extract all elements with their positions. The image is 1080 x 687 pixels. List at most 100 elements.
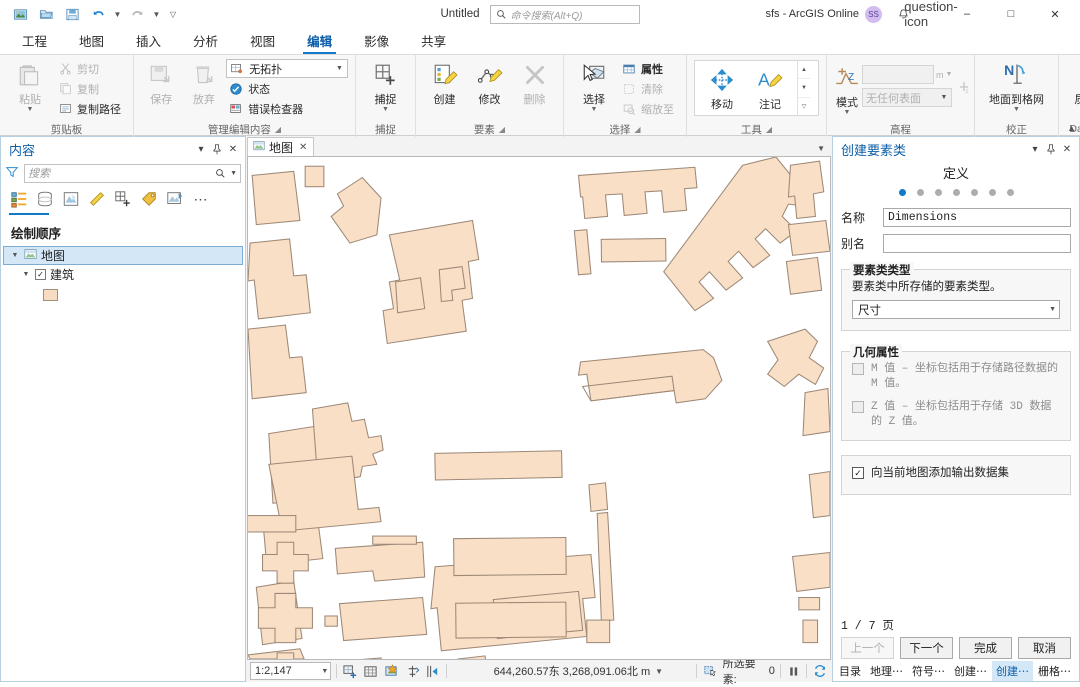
attributes-button[interactable]: 属性 [619,59,679,78]
ribbon-tab-analysis[interactable]: 分析 [177,30,234,54]
ribbon-tab-share[interactable]: 共享 [405,30,462,54]
name-input[interactable]: Dimensions [883,208,1071,227]
save-edits-button[interactable]: 保存 [141,58,182,107]
pause-drawing-icon[interactable] [786,662,802,680]
dialog-launcher-icon[interactable]: ◢ [766,125,772,134]
elevation-mode-button[interactable]: Z 模式 ▼ [834,61,860,116]
tree-item-buildings[interactable]: ▼ ✓ 建筑 [3,265,243,284]
chevron-down-icon[interactable]: ▼ [946,71,953,78]
finish-button[interactable]: 完成 [959,637,1012,659]
wizard-dot-7[interactable] [1007,189,1014,196]
discard-edits-button[interactable]: 放弃 [184,58,225,107]
m-values-row[interactable]: M 值 – 坐标包括用于存储路径数据的 M 值。 [852,362,1060,392]
layer-symbol-swatch[interactable] [43,289,58,301]
zoom-to-selection-button[interactable]: 缩放至 [619,99,679,118]
z-values-row[interactable]: Z 值 – 坐标包括用于存储 3D 数据的 Z 值。 [852,400,1060,430]
basemap-icon[interactable] [363,662,379,680]
list-by-selection-icon[interactable] [59,188,83,210]
panel-tab-create-features[interactable]: 创建⋯ [950,661,991,681]
gallery-expand-icon[interactable]: ▽ [798,98,810,115]
avatar[interactable]: SS [865,6,882,23]
elevation-offset-icon[interactable]: z [954,61,972,98]
panel-tab-symbology[interactable]: 符号⋯ [908,661,949,681]
wizard-dot-2[interactable] [917,189,924,196]
chevron-down-icon[interactable]: ▼ [10,252,20,259]
chevron-down-icon[interactable]: ▼ [817,144,825,153]
delete-button[interactable]: 删除 [513,58,556,107]
add-output-row[interactable]: ✓ 向当前地图添加输出数据集 [852,466,1060,482]
command-search-box[interactable]: 命令搜索(Alt+Q) [490,5,640,24]
open-project-icon[interactable] [34,3,58,25]
copy-path-button[interactable]: 复制路径 [55,99,126,118]
panel-tab-create-feature-class[interactable]: 创建⋯ [992,661,1033,681]
new-project-icon[interactable] [8,3,32,25]
chevron-down-icon[interactable]: ▼ [336,65,345,72]
move-tool-button[interactable]: 移动 [699,63,745,112]
paste-button[interactable]: 粘贴 ▼ [7,58,53,113]
contents-search-input[interactable]: 搜索 ▼ [24,164,241,183]
wizard-dot-1[interactable] [899,189,906,196]
scale-combo[interactable]: 1:2,147 ▼ [250,662,331,680]
chevron-down-icon[interactable]: ▼ [591,107,598,113]
question-icon[interactable]: question-icon [918,3,944,25]
wizard-dot-6[interactable] [989,189,996,196]
chevron-down-icon[interactable]: ▼ [844,110,851,116]
elevation-surface-combo[interactable]: 无任何表面 ▼ [862,88,952,107]
wizard-dot-4[interactable] [953,189,960,196]
chevron-down-icon[interactable]: ▼ [1013,107,1020,113]
ribbon-tab-project[interactable]: 工程 [6,30,63,54]
gallery-scrollbar[interactable]: ▲ ▼ ▽ [797,61,810,115]
panel-tab-geoprocessing[interactable]: 地理⋯ [866,661,907,681]
feature-class-type-select[interactable]: 尺寸 ▼ [852,300,1060,319]
elevation-value-input[interactable] [862,65,934,84]
ribbon-tab-view[interactable]: 视图 [234,30,291,54]
maximize-button[interactable]: □ [990,0,1032,28]
ground-to-grid-button[interactable]: N 地面到格网 ▼ [982,58,1051,113]
previous-button[interactable]: 上一个 [841,637,894,659]
chevron-down-icon[interactable]: ▼ [321,668,328,675]
close-icon[interactable]: ✕ [1059,140,1075,158]
dialog-launcher-icon[interactable]: ◢ [275,125,281,134]
ribbon-tab-imagery[interactable]: 影像 [348,30,405,54]
minimize-button[interactable]: – [946,0,988,28]
chevron-down-icon[interactable]: ▼ [382,107,389,113]
copy-button[interactable]: 复制 [55,79,126,98]
dialog-launcher-icon[interactable]: ◢ [499,125,505,134]
panel-tab-raster[interactable]: 栅格⋯ [1034,661,1075,681]
navigation-icon[interactable] [425,662,441,680]
chevron-down-icon[interactable]: ▼ [27,107,34,113]
modify-features-button[interactable]: 修改 [468,58,511,107]
quality-management-button[interactable]: 质量管理 [1066,58,1080,107]
chevron-down-icon[interactable]: ▾ [1027,140,1043,158]
undo-dropdown-caret-icon[interactable]: ▼ [112,3,123,25]
chevron-down-icon[interactable]: ▼ [230,170,237,177]
undo-icon[interactable] [86,3,110,25]
list-by-snapping-icon[interactable] [111,188,135,210]
collapse-ribbon-icon[interactable]: ▲ [1067,123,1076,133]
close-button[interactable]: ✕ [1034,0,1076,28]
add-data-icon[interactable] [342,662,358,680]
ribbon-tab-map[interactable]: 地图 [63,30,120,54]
measure-icon[interactable] [404,662,420,680]
list-by-editing-icon[interactable] [85,188,109,210]
chevron-down-icon[interactable]: ▼ [655,667,663,676]
annotation-tool-button[interactable]: A 注记 [747,63,793,112]
dialog-launcher-icon[interactable]: ◢ [634,125,640,134]
filter-icon[interactable] [5,165,19,182]
z-values-checkbox[interactable] [852,401,864,413]
chevron-down-icon[interactable]: ▾ [193,140,209,158]
redo-dropdown-caret-icon[interactable]: ▼ [151,3,162,25]
ribbon-tab-edit[interactable]: 编辑 [291,30,348,54]
pin-icon[interactable] [209,140,225,158]
close-icon[interactable]: ✕ [299,142,307,153]
cut-button[interactable]: 剪切 [55,59,126,78]
chevron-down-icon[interactable]: ▼ [1049,306,1056,313]
list-by-labeling-icon[interactable] [137,188,161,210]
save-project-icon[interactable] [60,3,84,25]
map-tab[interactable]: 地图 ✕ [247,137,314,156]
snapping-button[interactable]: 捕捉 ▼ [363,58,408,113]
customize-qat-icon[interactable]: ▽ [164,3,182,25]
list-by-data-source-icon[interactable] [33,188,57,210]
more-options-icon[interactable]: ⋯ [189,188,213,210]
clear-selection-button[interactable]: 清除 [619,79,679,98]
